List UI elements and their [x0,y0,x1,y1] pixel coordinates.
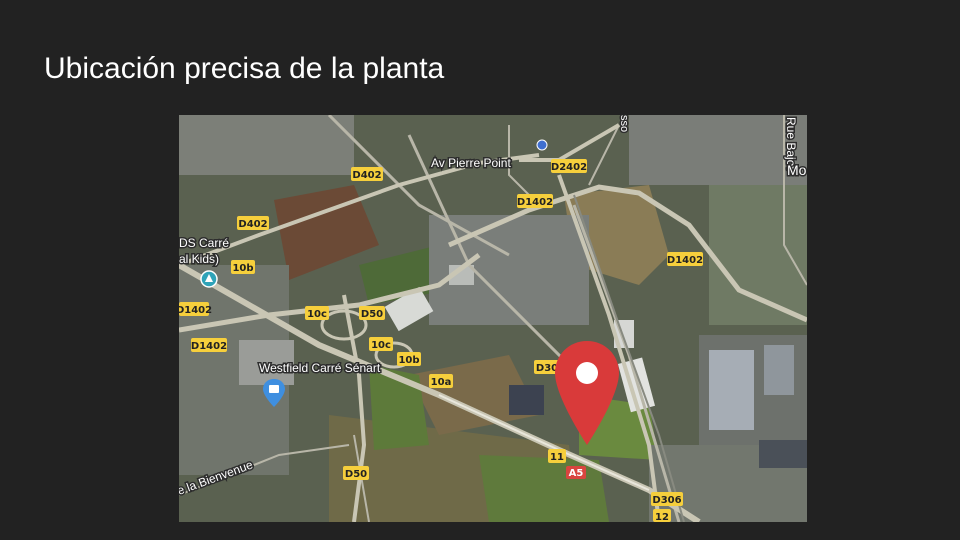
road-label-10c-a: 10c [307,309,327,320]
label-westfield: Westfield Carré Sénart [259,361,381,375]
road-label-12: 12 [655,512,669,522]
road-label-d306-a: D30 [536,363,558,374]
building-warehouse-5 [764,345,794,395]
road-label-d1402-a: D1402 [517,197,553,208]
label-av-pierre-point: Av Pierre Point [431,156,511,170]
label-carre-kids-1: DS Carré [179,236,229,250]
building-warehouse-4 [709,350,754,430]
satellite-map[interactable]: Av Pierre Point Westfield Carré Sénart D… [179,115,807,522]
building-parking-se [759,440,807,468]
road-label-d306-b: D306 [652,495,681,506]
road-label-a5: A5 [569,468,584,479]
road-label-10b-b: 10b [398,355,419,366]
road-label-d2402: D2402 [551,162,587,173]
road-label-d50-b: D50 [345,469,367,480]
label-carre-kids-2: al Kids) [179,252,219,266]
transit-icon[interactable] [536,139,548,151]
road-label-10a: 10a [431,377,452,388]
urban-east [709,185,807,325]
road-label-11: 11 [550,452,564,463]
road-label-d1402-c: D1402 [179,305,212,316]
building-center-1 [509,385,544,415]
urban-nw [179,115,354,175]
road-label-10b-a: 10b [232,263,253,274]
road-label-d402-a: D402 [352,170,381,181]
road-label-d402-b: D402 [238,219,267,230]
road-label-d50-a: D50 [361,309,383,320]
road-label-d1402-d: D1402 [191,341,227,352]
slide-title: Ubicación precisa de la planta [44,52,445,85]
label-mo: Mo [787,162,807,178]
road-label-d1402-b: D1402 [667,255,703,266]
label-sso: sso [618,115,630,132]
amusement-icon[interactable] [200,270,218,288]
urban-ne [629,115,807,185]
road-label-10c-b: 10c [371,340,391,351]
